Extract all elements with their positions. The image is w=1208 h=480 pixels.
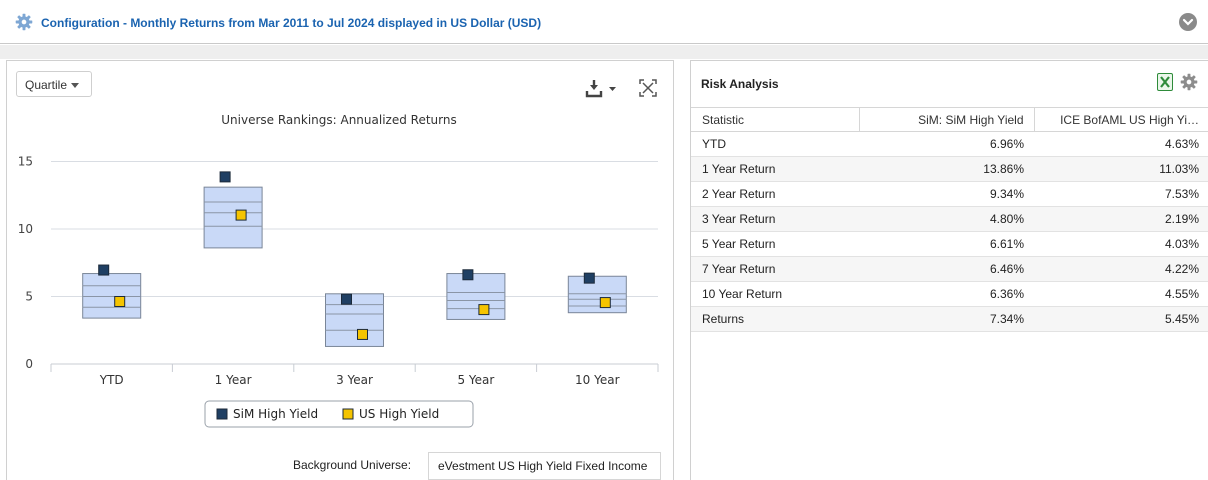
gear-icon[interactable]	[15, 13, 33, 31]
us-high-yield-marker	[357, 328, 368, 340]
sim-high-yield-marker	[98, 264, 110, 276]
sim-high-yield-marker	[341, 293, 352, 305]
row-benchmark-value: 4.55%	[1034, 281, 1208, 307]
sim-high-yield-marker	[219, 171, 231, 183]
row-benchmark-value: 2.19%	[1034, 206, 1208, 232]
row-benchmark-value: 4.63%	[1034, 131, 1208, 157]
excel-icon[interactable]	[1157, 73, 1173, 91]
chevron-down-circle-icon[interactable]	[1179, 13, 1197, 31]
quartile-box	[567, 275, 627, 314]
risk-analysis-table: Statistic SiM: SiM High Yield ICE BofAML…	[691, 107, 1208, 332]
row-sim-value: 6.61%	[859, 231, 1034, 257]
row-statistic: Returns	[691, 306, 859, 332]
row-sim-value: 6.36%	[859, 281, 1034, 307]
table-row: 1 Year Return 13.86% 11.03%	[691, 156, 1208, 182]
table-row: 5 Year Return 6.61% 4.03%	[691, 231, 1208, 257]
table-row: 10 Year Return 6.36% 4.55%	[691, 281, 1208, 307]
column-header-benchmark[interactable]: ICE BofAML US High Yi…	[1033, 107, 1208, 132]
x-tick-label: 1 Year	[215, 373, 252, 387]
row-sim-value: 4.80%	[859, 206, 1034, 232]
row-benchmark-value: 5.45%	[1034, 306, 1208, 332]
config-title[interactable]: Configuration - Monthly Returns from Mar…	[41, 16, 541, 30]
risk-analysis-title: Risk Analysis	[701, 77, 779, 91]
quartile-box	[82, 273, 142, 319]
row-statistic: 3 Year Return	[691, 206, 859, 232]
row-benchmark-value: 4.22%	[1034, 256, 1208, 282]
row-sim-value: 6.96%	[859, 131, 1034, 157]
column-header-sim[interactable]: SiM: SiM High Yield	[858, 107, 1034, 132]
us-high-yield-marker	[599, 297, 611, 309]
table-row: Returns 7.34% 5.45%	[691, 306, 1208, 332]
row-sim-value: 9.34%	[859, 181, 1034, 207]
background-universe-field[interactable]: eVestment US High Yield Fixed Income	[428, 452, 661, 480]
row-benchmark-value: 11.03%	[1034, 156, 1208, 182]
chart-title: Universe Rankings: Annualized Returns	[221, 113, 456, 127]
quartile-box	[203, 186, 263, 249]
y-tick-label: 0	[25, 357, 33, 371]
table-row: 2 Year Return 9.34% 7.53%	[691, 181, 1208, 207]
row-benchmark-value: 7.53%	[1034, 181, 1208, 207]
row-statistic: 7 Year Return	[691, 256, 859, 282]
chart-legend: SiM High Yield US High Yield	[204, 400, 474, 428]
universe-rankings-panel: Quartile Universe Rankings: Annualized R…	[6, 60, 674, 480]
row-statistic: 5 Year Return	[691, 231, 859, 257]
row-statistic: YTD	[691, 131, 859, 157]
x-tick-label: YTD	[99, 373, 124, 387]
x-tick-label: 3 Year	[336, 373, 373, 387]
us-high-yield-marker	[114, 295, 126, 307]
table-header-row: Statistic SiM: SiM High Yield ICE BofAML…	[691, 107, 1208, 132]
row-statistic: 10 Year Return	[691, 281, 859, 307]
legend-label: SiM High Yield	[233, 407, 318, 421]
quartile-box	[325, 293, 384, 347]
table-row: YTD 6.96% 4.63%	[691, 131, 1208, 157]
row-statistic: 2 Year Return	[691, 181, 859, 207]
table-row: 7 Year Return 6.46% 4.22%	[691, 256, 1208, 282]
y-tick-label: 10	[18, 222, 33, 236]
y-tick-label: 15	[18, 155, 33, 169]
legend-label: US High Yield	[359, 407, 439, 421]
row-sim-value: 7.34%	[859, 306, 1034, 332]
row-benchmark-value: 4.03%	[1034, 231, 1208, 257]
risk-analysis-panel: Risk Analysis Statistic SiM: SiM High Yi…	[690, 60, 1208, 480]
row-sim-value: 13.86%	[859, 156, 1034, 182]
table-row: 3 Year Return 4.80% 2.19%	[691, 206, 1208, 232]
config-header: Configuration - Monthly Returns from Mar…	[0, 0, 1208, 44]
us-high-yield-marker	[235, 209, 247, 221]
row-statistic: 1 Year Return	[691, 156, 859, 182]
legend-swatch	[342, 408, 354, 420]
us-high-yield-marker	[478, 304, 490, 316]
sim-high-yield-marker	[462, 269, 474, 281]
sim-high-yield-marker	[583, 272, 595, 284]
section-divider	[0, 45, 1208, 59]
x-tick-label: 10 Year	[575, 373, 620, 387]
y-tick-label: 5	[25, 290, 33, 304]
x-tick-label: 5 Year	[457, 373, 494, 387]
column-header-statistic[interactable]: Statistic	[691, 107, 859, 132]
row-sim-value: 6.46%	[859, 256, 1034, 282]
box-plot-chart: Universe Rankings: Annualized Returns 0 5…	[18, 113, 659, 428]
quartile-box	[446, 273, 506, 320]
background-universe-label: Background Universe:	[293, 458, 412, 472]
gear-icon[interactable]	[1180, 73, 1198, 91]
legend-swatch	[216, 408, 228, 420]
